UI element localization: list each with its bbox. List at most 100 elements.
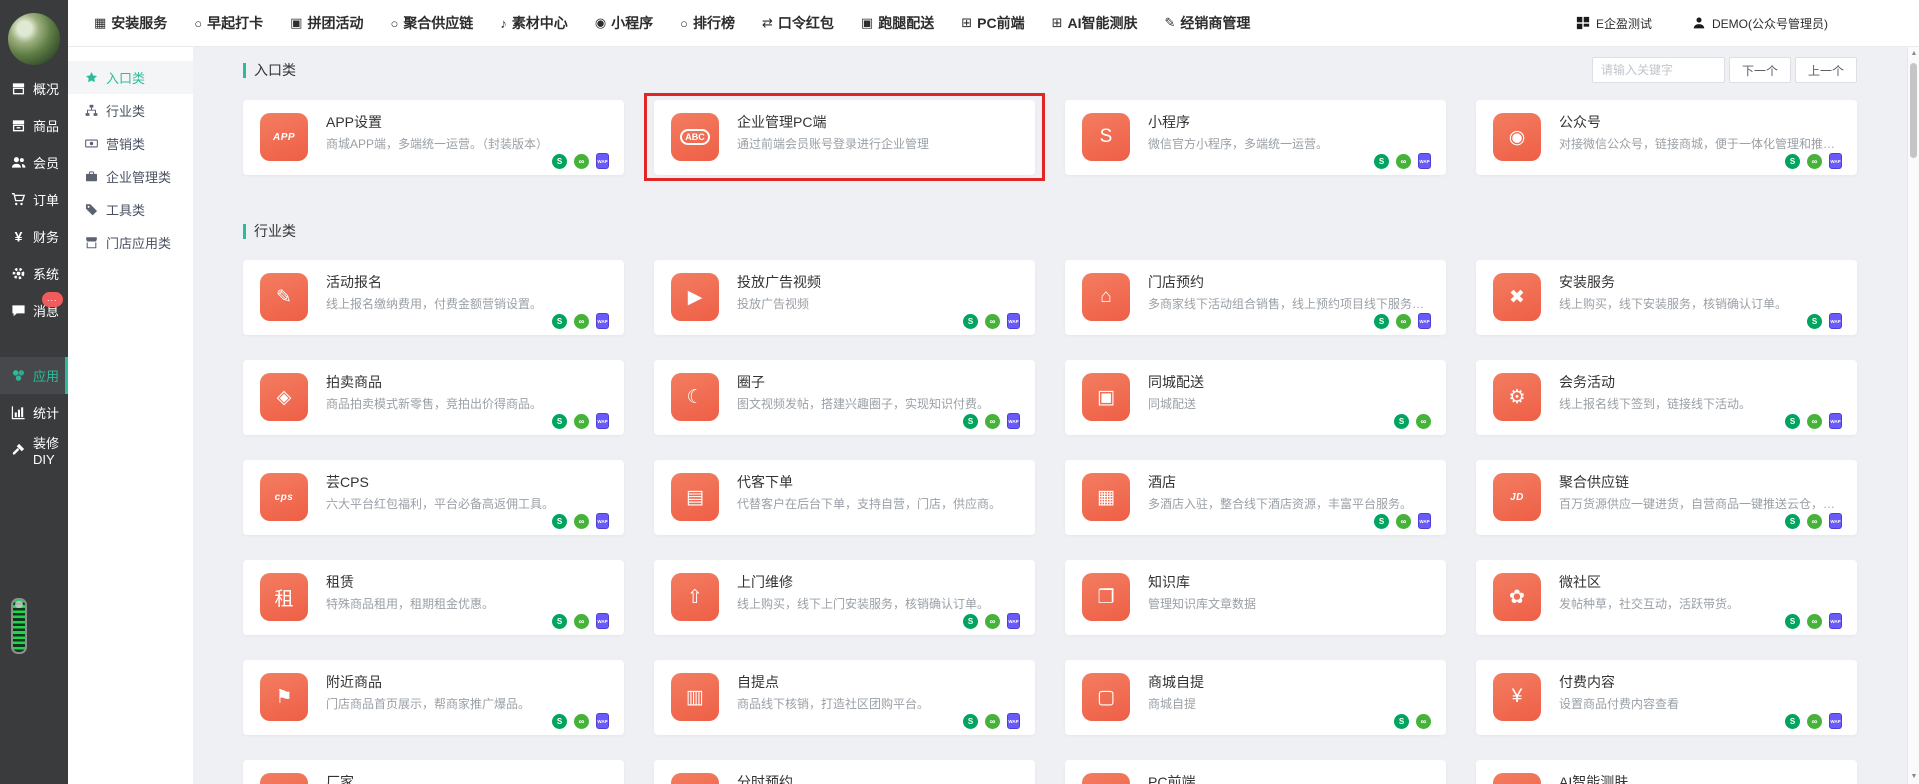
app-card[interactable]: ▢商城自提商城自提S∞ (1065, 660, 1446, 735)
app-card-title: 芸CPS (326, 472, 369, 492)
vertical-scrollbar[interactable]: ▲ ▼ (1907, 47, 1919, 784)
app-card[interactable]: ⚙会务活动线上报名线下签到，链接线下活动。S∞WAP (1476, 360, 1857, 435)
topnav-item-6[interactable]: ○排行榜 (680, 13, 735, 33)
app-card[interactable]: cps芸CPS六大平台红包福利，平台必备高返佣工具。S∞WAP (243, 460, 624, 535)
topnav-item-2[interactable]: ▣拼团活动 (290, 13, 363, 33)
sidebar-item-4[interactable]: ¥ 财务 (0, 218, 68, 255)
scrollbar-up-icon[interactable]: ▲ (1908, 47, 1919, 61)
app-card[interactable]: ❐知识库管理知识库文章数据 (1065, 560, 1446, 635)
sidebar-item-3[interactable]: 订单 (0, 181, 68, 218)
industry-icon (85, 104, 98, 117)
category-item-3[interactable]: 企业管理类 (68, 160, 193, 193)
image-icon: ▣ (861, 15, 873, 31)
miniprogram-status-icon: S (963, 714, 978, 729)
scrollbar-down-icon[interactable]: ▼ (1908, 770, 1919, 784)
topnav-item-7[interactable]: ⇄口令红包 (762, 13, 834, 33)
app-card[interactable]: ☾圈子图文视频发帖，搭建兴趣圈子，实现知识付费。S∞WAP (654, 360, 1035, 435)
sidebar-item-6[interactable]: 消息... (0, 292, 68, 329)
app-icon: ▥ (671, 673, 719, 721)
app-card[interactable]: 租租赁特殊商品租用，租期租金优惠。S∞WAP (243, 560, 624, 635)
app-card[interactable]: ▤代客下单代替客户在后台下单，支持自营，门店，供应商。 (654, 460, 1035, 535)
sidebar-item-8[interactable]: 统计 (0, 394, 68, 431)
h5-status-icon: ∞ (1416, 414, 1431, 429)
app-card[interactable]: ⇧上门维修线上购买，线下上门安装服务，核销确认订单。S∞WAP (654, 560, 1035, 635)
topnav-item-9[interactable]: ⊞PC前端 (961, 13, 1024, 33)
sidebar-item-0[interactable]: 概况 (0, 70, 68, 107)
topnav-item-3[interactable]: ○聚合供应链 (390, 13, 473, 33)
app-card[interactable]: ▣同城配送同城配送S∞ (1065, 360, 1446, 435)
category-item-4[interactable]: 工具类 (68, 193, 193, 226)
app-card[interactable]: ▭PC前端 (1065, 760, 1446, 784)
app-card[interactable]: ◴分时预约 (654, 760, 1035, 784)
category-item-5[interactable]: 门店应用类 (68, 226, 193, 259)
platform-status-icons: S∞WAP (1785, 413, 1842, 429)
app-icon: ◴ (671, 773, 719, 784)
category-item-1[interactable]: 行业类 (68, 94, 193, 127)
search-prev-button[interactable]: 上一个 (1795, 57, 1857, 83)
avatar[interactable] (8, 13, 60, 65)
topnav-item-11[interactable]: ✎经销商管理 (1164, 13, 1250, 33)
sidebar-item-7[interactable]: 应用 (0, 357, 68, 394)
app-card-title: 酒店 (1148, 472, 1176, 492)
sidebar-item-5[interactable]: 系统 (0, 255, 68, 292)
wap-status-icon: WAP (1829, 713, 1842, 729)
app-icon: 租 (260, 573, 308, 621)
sidebar-item-9[interactable]: 装修DIY (0, 431, 68, 468)
scrollbar-thumb[interactable] (1910, 63, 1917, 158)
app-card[interactable]: ⌂厂家 (243, 760, 624, 784)
app-card[interactable]: ABC企业管理PC端通过前端会员账号登录进行企业管理 (654, 100, 1035, 175)
app-card-desc: 商品线下核销，打造社区团购平台。 (737, 695, 1022, 712)
app-card-title: 圈子 (737, 372, 765, 392)
topnav-item-8[interactable]: ▣ 跑腿配送 (861, 13, 934, 33)
app-card[interactable]: ¥付费内容设置商品付费内容查看S∞WAP (1476, 660, 1857, 735)
app-card[interactable]: JD聚合供应链百万货源供应一键进货，自营商品一键推送云仓，采销...S∞WAP (1476, 460, 1857, 535)
sidebar-item-label: 财务 (33, 227, 59, 246)
sidebar-item-2[interactable]: 会员 (0, 144, 68, 181)
account-item-1[interactable]: DEMO(公众号管理员) (1692, 15, 1828, 32)
topnav-item-label: 拼团活动 (307, 13, 363, 33)
topnav-item-4[interactable]: ♪素材中心 (500, 13, 568, 33)
miniprogram-status-icon: S (552, 154, 567, 169)
app-icon: ⌂ (1082, 273, 1130, 321)
app-card[interactable]: ◉公众号对接微信公众号，链接商城，便于一体化管理和推广。S∞WAP (1476, 100, 1857, 175)
section-title-entry: 入口类 (243, 60, 296, 80)
topnav-item-10[interactable]: ⊞AI智能测肤 (1052, 13, 1138, 33)
miniprogram-status-icon: S (1785, 514, 1800, 529)
app-card[interactable]: ◈拍卖商品商品拍卖模式新零售，竞拍出价得商品。S∞WAP (243, 360, 624, 435)
app-card[interactable]: ▦酒店多酒店入驻，整合线下酒店资源，丰富平台服务。S∞WAP (1065, 460, 1446, 535)
app-card-title: 会务活动 (1559, 372, 1615, 392)
pen-icon: ✎ (1164, 15, 1175, 31)
topnav-item-1[interactable]: ○早起打卡 (194, 13, 263, 33)
sidebar-item-1[interactable]: 商品 (0, 107, 68, 144)
app-card[interactable]: ▶投放广告视频投放广告视频S∞WAP (654, 260, 1035, 335)
h5-status-icon: ∞ (1807, 514, 1822, 529)
h5-status-icon: ∞ (574, 314, 589, 329)
app-icon-glyph: ¥ (1512, 686, 1523, 708)
platform-status-icons: SWAP (1807, 313, 1842, 329)
app-card-title: 付费内容 (1559, 672, 1615, 692)
category-item-0[interactable]: 入口类 (68, 61, 193, 94)
topnav-item-label: 跑腿配送 (878, 13, 934, 33)
topnav-item-5[interactable]: ◉小程序 (595, 13, 653, 33)
category-item-2[interactable]: 营销类 (68, 127, 193, 160)
app-card[interactable]: ⚑附近商品门店商品首页展示，帮商家推广爆品。S∞WAP (243, 660, 624, 735)
finance-icon: ¥ (11, 229, 26, 244)
app-card[interactable]: APPAPP设置商城APP端，多端统一运营。（封装版本）S∞WAP (243, 100, 624, 175)
app-card[interactable]: ✖安装服务线上购买，线下安装服务，核销确认订单。SWAP (1476, 260, 1857, 335)
clock-icon: ○ (194, 16, 202, 31)
wap-status-icon: WAP (1007, 713, 1020, 729)
topnav-item-0[interactable]: ▦安装服务 (94, 13, 167, 33)
platform-status-icons: S ∞ WAP (963, 713, 1020, 729)
app-card[interactable]: ✎活动报名线上报名缴纳费用，付费金额营销设置。S∞WAP (243, 260, 624, 335)
app-card[interactable]: ▥自提点商品线下核销，打造社区团购平台。S∞WAP (654, 660, 1035, 735)
app-card[interactable]: S小程序微信官方小程序，多端统一运营。S∞WAP (1065, 100, 1446, 175)
app-icon-glyph: ▢ (1097, 686, 1115, 709)
app-card[interactable]: ☺AI智能测肤 (1476, 760, 1857, 784)
platform-status-icons: S∞WAP (1785, 153, 1842, 169)
search-next-button[interactable]: 下一个 (1729, 57, 1791, 83)
app-card[interactable]: ✿微社区发帖种草，社交互动，活跃带货。S∞WAP (1476, 560, 1857, 635)
h5-status-icon: ∞ (985, 714, 1000, 729)
app-card[interactable]: ⌂门店预约多商家线下活动组合销售，线上预约项目线下服务核销。S∞WAP (1065, 260, 1446, 335)
account-item-0[interactable]: E企盈测试 (1576, 15, 1652, 32)
search-input[interactable] (1592, 57, 1725, 83)
